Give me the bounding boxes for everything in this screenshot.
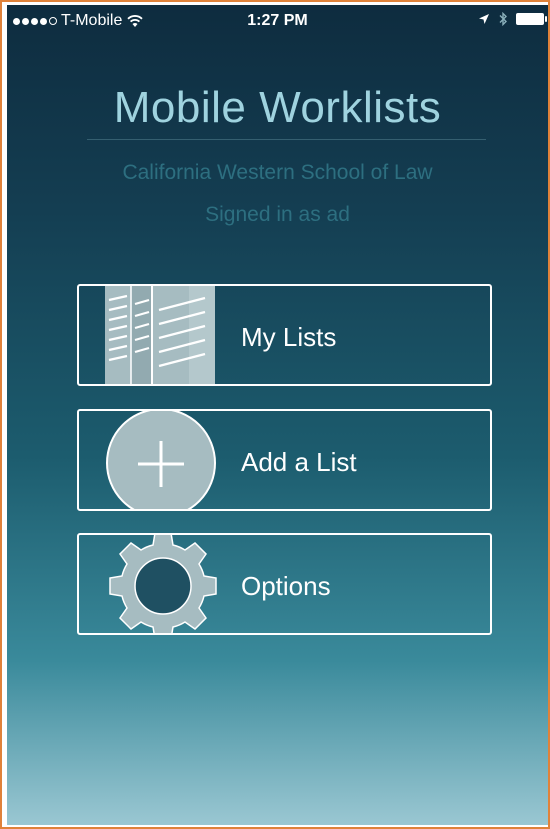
- gear-icon: [105, 535, 225, 633]
- device-frame: T-Mobile 1:27 PM Mobile Worklists Califo…: [0, 0, 550, 829]
- status-right: [478, 12, 547, 26]
- app-screen: T-Mobile 1:27 PM Mobile Worklists Califo…: [7, 5, 548, 825]
- app-title: Mobile Worklists: [113, 83, 442, 132]
- add-list-button[interactable]: Add a List: [77, 409, 492, 511]
- status-bar: T-Mobile 1:27 PM: [7, 5, 548, 41]
- add-list-label: Add a List: [241, 447, 357, 477]
- bluetooth-icon: [499, 12, 507, 26]
- school-name: California Western School of Law: [122, 161, 433, 184]
- status-time: 1:27 PM: [247, 12, 308, 29]
- my-lists-label: My Lists: [241, 322, 337, 352]
- title-divider: [87, 139, 486, 140]
- lists-icon: [105, 286, 225, 384]
- signed-in-status: Signed in as ad: [205, 203, 350, 226]
- options-label: Options: [241, 571, 331, 601]
- plus-circle-icon: [105, 411, 225, 509]
- my-lists-button[interactable]: My Lists: [77, 284, 492, 386]
- location-arrow-icon: [479, 14, 489, 24]
- options-button[interactable]: Options: [77, 533, 492, 635]
- battery-icon: [516, 13, 547, 25]
